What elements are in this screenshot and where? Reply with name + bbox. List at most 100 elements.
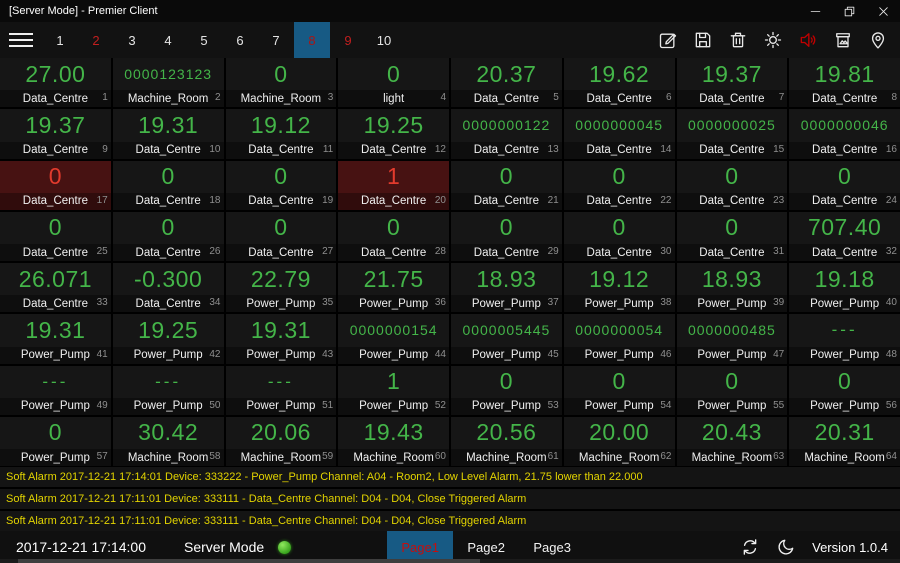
tab-1[interactable]: 1 xyxy=(42,22,78,58)
tile-35[interactable]: 22.79 Power_Pump 35 xyxy=(225,263,337,313)
tile-45[interactable]: 0000005445 Power_Pump 45 xyxy=(451,314,562,364)
tile-61[interactable]: 20.56 Machine_Room 61 xyxy=(451,416,562,466)
alarm-row-3[interactable]: Soft Alarm 2017-12-21 17:11:01 Device: 3… xyxy=(0,511,900,531)
edit-icon[interactable] xyxy=(658,30,678,50)
tile-59[interactable]: 20.06 Machine_Room 59 xyxy=(225,416,337,466)
location-icon[interactable] xyxy=(868,30,888,50)
tile-21[interactable]: 0 Data_Centre 21 xyxy=(451,160,562,210)
tile-30[interactable]: 0 Data_Centre 30 xyxy=(563,211,675,261)
tile-52[interactable]: 1 Power_Pump 52 xyxy=(338,365,449,415)
tile-label: Power_Pump xyxy=(810,400,880,413)
tab-7[interactable]: 7 xyxy=(258,22,294,58)
tile-9[interactable]: 19.37 Data_Centre 9 xyxy=(0,109,111,159)
tile-41[interactable]: 19.31 Power_Pump 41 xyxy=(0,314,111,364)
settings-icon[interactable] xyxy=(763,30,783,50)
tile-18[interactable]: 0 Data_Centre 18 xyxy=(112,160,224,210)
close-button[interactable] xyxy=(866,0,900,22)
tile-16[interactable]: 0000000046 Data_Centre 16 xyxy=(789,109,900,159)
tile-2[interactable]: 0000123123 Machine_Room 2 xyxy=(112,58,224,108)
tile-23[interactable]: 0 Data_Centre 23 xyxy=(676,160,788,210)
tile-56[interactable]: 0 Power_Pump 56 xyxy=(789,365,900,415)
tile-31[interactable]: 0 Data_Centre 31 xyxy=(676,211,788,261)
tab-9[interactable]: 9 xyxy=(330,22,366,58)
delete-icon[interactable] xyxy=(728,30,748,50)
tile-47[interactable]: 0000000485 Power_Pump 47 xyxy=(676,314,788,364)
tile-24[interactable]: 0 Data_Centre 24 xyxy=(789,160,900,210)
tile-10[interactable]: 19.31 Data_Centre 10 xyxy=(112,109,224,159)
tile-3[interactable]: 0 Machine_Room 3 xyxy=(225,58,337,108)
alarm-row-1[interactable]: Soft Alarm 2017-12-21 17:14:01 Device: 3… xyxy=(0,467,900,487)
tile-1[interactable]: 27.00 Data_Centre 1 xyxy=(0,58,111,108)
tile-37[interactable]: 18.93 Power_Pump 37 xyxy=(451,263,562,313)
tile-63[interactable]: 20.43 Machine_Room 63 xyxy=(676,416,788,466)
tile-64[interactable]: 20.31 Machine_Room 64 xyxy=(789,416,900,466)
tile-49[interactable]: --- Power_Pump 49 xyxy=(0,365,111,415)
tile-40[interactable]: 19.18 Power_Pump 40 xyxy=(789,263,900,313)
tab-6[interactable]: 6 xyxy=(222,22,258,58)
tile-value: 19.37 xyxy=(701,60,762,87)
tile-label: Data_Centre xyxy=(135,246,201,259)
tab-10[interactable]: 10 xyxy=(366,22,402,58)
tile-51[interactable]: --- Power_Pump 51 xyxy=(225,365,337,415)
moon-icon[interactable] xyxy=(776,537,796,557)
minimize-button[interactable] xyxy=(798,0,832,22)
tile-12[interactable]: 19.25 Data_Centre 12 xyxy=(338,109,449,159)
tile-34[interactable]: -0.300 Data_Centre 34 xyxy=(112,263,224,313)
tile-53[interactable]: 0 Power_Pump 53 xyxy=(451,365,562,415)
tile-58[interactable]: 30.42 Machine_Room 58 xyxy=(112,416,224,466)
restore-button[interactable] xyxy=(832,0,866,22)
tile-50[interactable]: --- Power_Pump 50 xyxy=(112,365,224,415)
tile-26[interactable]: 0 Data_Centre 26 xyxy=(112,211,224,261)
tile-33[interactable]: 26.071 Data_Centre 33 xyxy=(0,263,111,313)
tab-2[interactable]: 2 xyxy=(78,22,114,58)
tile-62[interactable]: 20.00 Machine_Room 62 xyxy=(563,416,675,466)
tile-7[interactable]: 19.37 Data_Centre 7 xyxy=(676,58,788,108)
tile-15[interactable]: 0000000025 Data_Centre 15 xyxy=(676,109,788,159)
menu-icon[interactable] xyxy=(0,22,42,58)
tile-19[interactable]: 0 Data_Centre 19 xyxy=(225,160,337,210)
tab-4[interactable]: 4 xyxy=(150,22,186,58)
tile-54[interactable]: 0 Power_Pump 54 xyxy=(563,365,675,415)
tile-label: Power_Pump xyxy=(697,400,767,413)
tile-38[interactable]: 19.12 Power_Pump 38 xyxy=(563,263,675,313)
sync-icon[interactable] xyxy=(740,537,760,557)
tile-46[interactable]: 0000000054 Power_Pump 46 xyxy=(563,314,675,364)
tab-3[interactable]: 3 xyxy=(114,22,150,58)
tab-5[interactable]: 5 xyxy=(186,22,222,58)
tile-5[interactable]: 20.37 Data_Centre 5 xyxy=(451,58,562,108)
tile-29[interactable]: 0 Data_Centre 29 xyxy=(451,211,562,261)
tile-42[interactable]: 19.25 Power_Pump 42 xyxy=(112,314,224,364)
tile-44[interactable]: 0000000154 Power_Pump 44 xyxy=(338,314,449,364)
snapshot-bin-icon[interactable] xyxy=(833,30,853,50)
tile-label: Data_Centre xyxy=(22,195,88,208)
scrollbar-thumb[interactable] xyxy=(18,559,480,563)
tile-27[interactable]: 0 Data_Centre 27 xyxy=(225,211,337,261)
tile-32[interactable]: 707.40 Data_Centre 32 xyxy=(789,211,900,261)
tile-60[interactable]: 19.43 Machine_Room 60 xyxy=(338,416,449,466)
tile-55[interactable]: 0 Power_Pump 55 xyxy=(676,365,788,415)
tile-43[interactable]: 19.31 Power_Pump 43 xyxy=(225,314,337,364)
tile-4[interactable]: 0 light 4 xyxy=(338,58,449,108)
tile-25[interactable]: 0 Data_Centre 25 xyxy=(0,211,111,261)
tile-48[interactable]: --- Power_Pump 48 xyxy=(789,314,900,364)
tile-6[interactable]: 19.62 Data_Centre 6 xyxy=(563,58,675,108)
tile-13[interactable]: 0000000122 Data_Centre 13 xyxy=(451,109,562,159)
horizontal-scrollbar[interactable] xyxy=(0,559,900,563)
tile-17[interactable]: 0 Data_Centre 17 xyxy=(0,160,111,210)
tile-label: Power_Pump xyxy=(359,297,429,310)
sound-icon[interactable] xyxy=(798,30,818,50)
tile-14[interactable]: 0000000045 Data_Centre 14 xyxy=(563,109,675,159)
tile-index: 42 xyxy=(209,348,221,360)
alarm-row-2[interactable]: Soft Alarm 2017-12-21 17:11:01 Device: 3… xyxy=(0,489,900,509)
tile-57[interactable]: 0 Power_Pump 57 xyxy=(0,416,111,466)
tile-20[interactable]: 1 Data_Centre 20 xyxy=(338,160,449,210)
tile-39[interactable]: 18.93 Power_Pump 39 xyxy=(676,263,788,313)
tile-22[interactable]: 0 Data_Centre 22 xyxy=(563,160,675,210)
save-icon[interactable] xyxy=(693,30,713,50)
tile-value: 19.31 xyxy=(138,111,199,138)
tile-28[interactable]: 0 Data_Centre 28 xyxy=(338,211,449,261)
tile-11[interactable]: 19.12 Data_Centre 11 xyxy=(225,109,337,159)
tile-36[interactable]: 21.75 Power_Pump 36 xyxy=(338,263,449,313)
tile-8[interactable]: 19.81 Data_Centre 8 xyxy=(789,58,900,108)
tab-8[interactable]: 8 xyxy=(294,22,330,58)
